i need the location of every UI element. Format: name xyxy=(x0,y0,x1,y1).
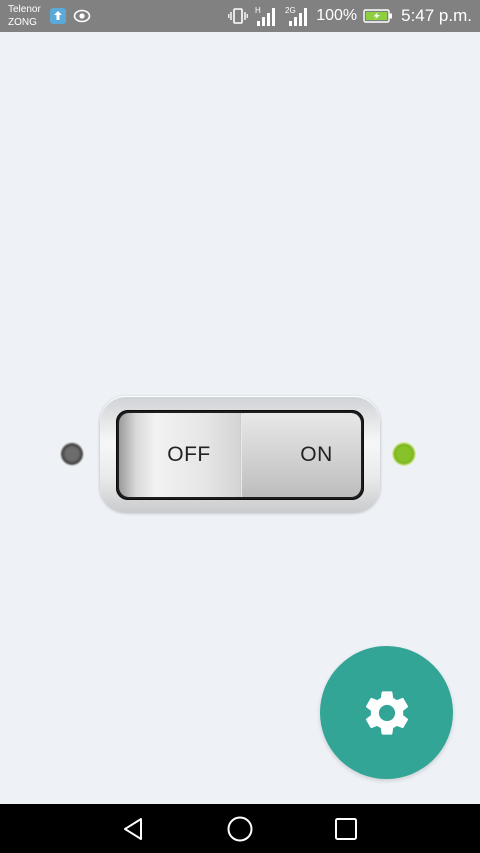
switch-plate: OFF ON xyxy=(116,410,364,500)
carrier-names: Telenor ZONG xyxy=(8,3,41,29)
carrier-2: ZONG xyxy=(8,17,37,28)
battery-percent: 100% xyxy=(316,7,358,24)
signal-2g-icon: 2G xyxy=(285,6,308,26)
navigation-bar xyxy=(0,804,480,853)
on-indicator-light xyxy=(393,443,415,465)
battery-charging-icon xyxy=(363,9,393,23)
home-button[interactable] xyxy=(223,812,257,846)
network-1-label: H xyxy=(255,6,261,15)
switch-off-side[interactable]: OFF xyxy=(119,413,241,497)
back-triangle-icon xyxy=(124,818,142,840)
carrier-1: Telenor xyxy=(8,4,41,15)
toggle-switch[interactable]: OFF ON xyxy=(100,396,380,512)
recent-apps-button[interactable] xyxy=(329,812,363,846)
back-button[interactable] xyxy=(116,812,150,846)
status-right-group: H 2G 100% 5:47 p.m. xyxy=(228,0,472,32)
switch-off-label: OFF xyxy=(167,443,211,466)
switch-on-label: ON xyxy=(300,443,333,466)
switch-on-side[interactable]: ON xyxy=(242,413,361,497)
off-indicator-light xyxy=(61,443,83,465)
home-circle-icon xyxy=(227,816,253,842)
network-2-label: 2G xyxy=(285,6,296,15)
signal-h-icon: H xyxy=(255,6,276,26)
settings-button[interactable] xyxy=(320,646,453,779)
upload-notification-icon xyxy=(50,8,66,24)
main-content: OFF ON xyxy=(0,32,480,804)
gear-icon xyxy=(365,690,408,735)
eye-notification-icon xyxy=(73,8,91,24)
recent-apps-square-icon xyxy=(335,818,357,840)
clock: 5:47 p.m. xyxy=(401,6,472,25)
status-bar: Telenor ZONG H 2G 100% 5:47 p.m. xyxy=(0,0,480,32)
vibrate-icon xyxy=(228,8,249,24)
